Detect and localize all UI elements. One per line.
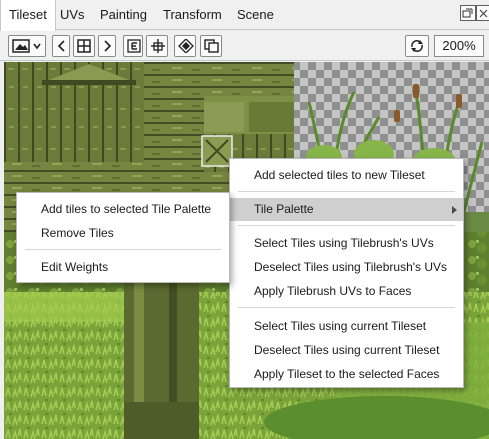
- tab-uvs[interactable]: UVs: [52, 0, 93, 30]
- grid-icon[interactable]: [73, 35, 95, 57]
- edit-icon[interactable]: [123, 35, 143, 57]
- menu-item-remove-tiles[interactable]: Remove Tiles: [17, 222, 229, 245]
- menu-item-add-to-new-tileset[interactable]: Add selected tiles to new Tileset: [230, 164, 463, 187]
- close-icon[interactable]: [476, 5, 489, 21]
- submenu-arrow-icon: [452, 206, 457, 214]
- menu-item-deselect-tiles-tileset[interactable]: Deselect Tiles using current Tileset: [230, 339, 463, 362]
- menu-item-select-tiles-tileset[interactable]: Select Tiles using current Tileset: [230, 315, 463, 338]
- menu-item-select-tiles-tilebrush[interactable]: Select Tiles using Tilebrush's UVs: [230, 232, 463, 255]
- tab-painting[interactable]: Painting: [92, 0, 155, 30]
- tab-transform[interactable]: Transform: [155, 0, 230, 30]
- tileset-context-menu: Add selected tiles to new Tileset Tile P…: [229, 158, 464, 388]
- image-dropdown-icon[interactable]: [8, 35, 46, 57]
- menu-item-apply-tilebrush-uvs[interactable]: Apply Tilebrush UVs to Faces: [230, 280, 463, 303]
- menu-item-apply-tileset-faces[interactable]: Apply Tileset to the selected Faces: [230, 363, 463, 386]
- menu-item-edit-weights[interactable]: Edit Weights: [17, 256, 229, 279]
- menu-separator: [238, 225, 455, 226]
- tab-tileset[interactable]: Tileset: [0, 0, 56, 31]
- fill-icon[interactable]: [174, 35, 196, 57]
- tab-scene[interactable]: Scene: [229, 0, 282, 30]
- toolbar: 200%: [0, 31, 489, 61]
- menu-item-tile-palette[interactable]: Tile Palette: [230, 198, 463, 221]
- menu-item-add-tiles-to-palette[interactable]: Add tiles to selected Tile Palette: [17, 198, 229, 221]
- copy-icon[interactable]: [200, 35, 222, 57]
- next-icon[interactable]: [98, 35, 116, 57]
- menu-separator: [25, 249, 221, 250]
- restore-icon[interactable]: [460, 5, 476, 21]
- menu-item-tile-palette-label: Tile Palette: [254, 202, 314, 216]
- menu-bar: Tileset UVs Painting Transform Scene: [0, 0, 489, 31]
- refresh-icon[interactable]: [405, 35, 429, 57]
- tile-palette-submenu: Add tiles to selected Tile Palette Remov…: [16, 192, 230, 283]
- zoom-level[interactable]: 200%: [434, 35, 484, 57]
- menu-separator: [238, 191, 455, 192]
- menu-separator: [238, 307, 455, 308]
- prev-icon[interactable]: [52, 35, 70, 57]
- menu-item-deselect-tiles-tilebrush[interactable]: Deselect Tiles using Tilebrush's UVs: [230, 256, 463, 279]
- pivot-icon[interactable]: [146, 35, 168, 57]
